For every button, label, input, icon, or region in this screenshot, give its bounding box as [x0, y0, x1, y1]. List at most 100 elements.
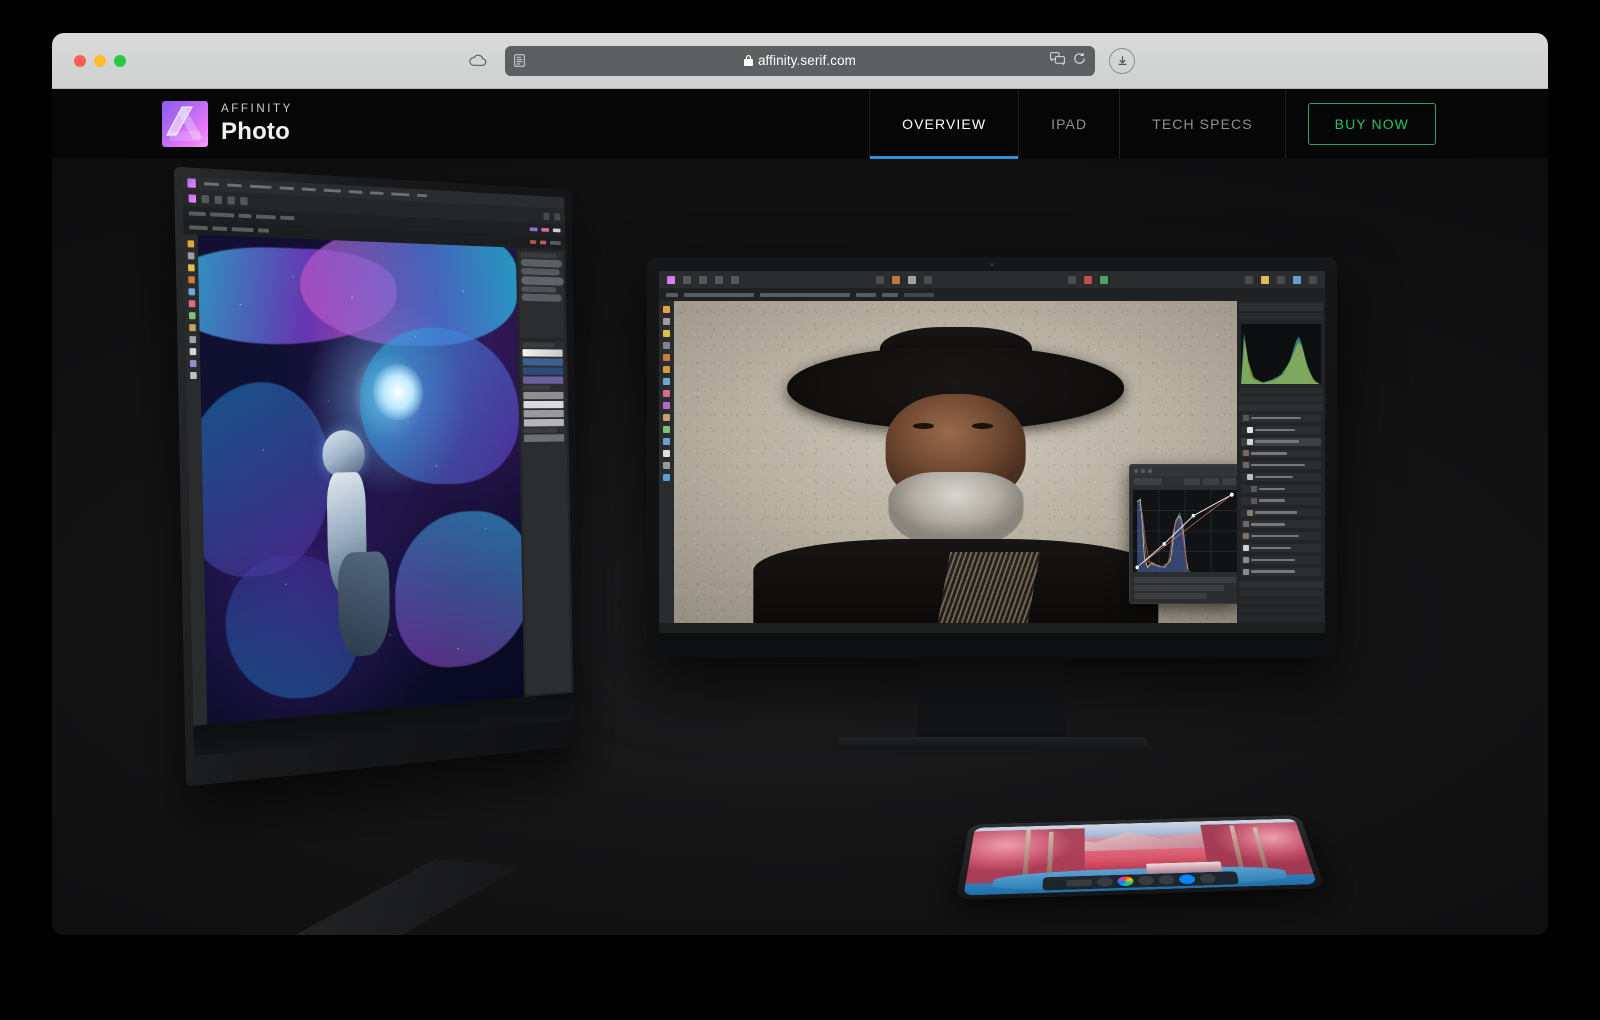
layer-row[interactable] — [1241, 425, 1321, 434]
persona-tone-icon[interactable] — [715, 275, 723, 284]
persona-photo-icon[interactable] — [188, 193, 197, 203]
histogram-graph — [1241, 323, 1321, 385]
clone-tool-icon[interactable] — [188, 276, 195, 284]
text-tool-icon[interactable] — [189, 348, 197, 356]
move-tool-icon[interactable] — [187, 240, 195, 248]
layer-row[interactable] — [1241, 484, 1321, 493]
imac-screen — [659, 271, 1325, 633]
curves-dialog-titlebar[interactable] — [1130, 465, 1237, 476]
brush-tool-icon[interactable] — [188, 264, 195, 272]
merge-button[interactable] — [1184, 478, 1200, 485]
color-swatch-icon[interactable] — [190, 372, 197, 380]
close-window-button[interactable] — [74, 54, 86, 67]
brand-logo[interactable]: AFFINITY Photo — [162, 101, 293, 147]
ipad-opacity-icon[interactable] — [1137, 875, 1155, 886]
app-icon — [187, 178, 196, 188]
fill-tool-icon[interactable] — [188, 312, 196, 320]
fill-tool-icon[interactable] — [663, 426, 670, 433]
layer-row[interactable] — [1241, 414, 1321, 422]
persona-photo-icon[interactable] — [667, 275, 675, 284]
ipad-device — [955, 815, 1326, 901]
nav-item-tech-specs[interactable]: TECH SPECS — [1119, 89, 1286, 159]
nav-item-overview[interactable]: OVERVIEW — [869, 89, 1019, 159]
translate-icon[interactable] — [1050, 51, 1065, 70]
persona-tone-icon[interactable] — [227, 195, 235, 205]
layer-row[interactable] — [1241, 473, 1321, 481]
right-app-tool-palette[interactable] — [659, 301, 674, 623]
delete-button[interactable] — [1203, 478, 1219, 485]
persona-liquify-icon[interactable] — [201, 194, 210, 203]
retouch-tool-icon[interactable] — [663, 366, 670, 373]
imac-right — [647, 257, 1337, 749]
layer-row[interactable] — [1241, 508, 1321, 517]
text-tool-icon[interactable] — [663, 450, 670, 457]
layer-row[interactable] — [1241, 520, 1321, 529]
persona-export-icon[interactable] — [731, 275, 739, 284]
clone-tool-icon[interactable] — [663, 354, 670, 361]
crop-tool-icon[interactable] — [663, 342, 670, 349]
layer-row[interactable] — [1241, 496, 1321, 505]
erase-tool-icon[interactable] — [663, 390, 670, 397]
paint-tool-icon[interactable] — [663, 402, 670, 409]
color-wheel-icon[interactable] — [1117, 876, 1134, 887]
ipad-brush-icon[interactable] — [1096, 876, 1113, 887]
reload-icon[interactable] — [1073, 52, 1086, 70]
shape-tool-icon[interactable] — [663, 438, 670, 445]
layer-row[interactable] — [1241, 567, 1321, 576]
selection-tool-icon[interactable] — [663, 318, 670, 325]
close-icon[interactable] — [1134, 468, 1138, 473]
webcam-icon — [990, 263, 994, 267]
layer-row[interactable] — [1241, 449, 1321, 458]
move-tool-icon[interactable] — [663, 306, 670, 313]
add-preset-button[interactable] — [1134, 478, 1162, 485]
layer-row[interactable] — [1241, 532, 1321, 541]
ipad-flow-icon[interactable] — [1157, 874, 1175, 885]
shape-tool-icon[interactable] — [189, 336, 197, 344]
address-bar[interactable]: affinity.serif.com — [505, 45, 1095, 76]
minimize-icon[interactable] — [1141, 468, 1145, 473]
minimize-window-button[interactable] — [94, 54, 106, 67]
nav-item-ipad[interactable]: IPAD — [1018, 89, 1119, 159]
ipad-selected-tool-icon[interactable] — [1178, 874, 1196, 885]
curves-dialog[interactable] — [1129, 464, 1237, 604]
reset-button[interactable] — [1222, 478, 1236, 485]
main-navigation: OVERVIEW IPAD TECH SPECS BUY NOW — [869, 89, 1436, 159]
layer-row[interactable] — [1241, 555, 1321, 564]
download-icon[interactable] — [1109, 47, 1135, 74]
layer-row[interactable] — [1241, 461, 1321, 470]
curves-graph[interactable] — [1133, 490, 1237, 572]
selection-tool-icon[interactable] — [187, 252, 195, 260]
layers-panel[interactable] — [520, 340, 571, 695]
ipad-adjustment-chip[interactable] — [1066, 879, 1092, 887]
dodge-tool-icon[interactable] — [663, 414, 670, 421]
lock-icon — [743, 55, 753, 66]
ipad-more-icon[interactable] — [1198, 873, 1216, 884]
layer-row[interactable] — [1241, 437, 1321, 446]
window-controls[interactable] — [74, 54, 126, 67]
layers-panel-header[interactable] — [1239, 404, 1323, 412]
gradient-tool-icon[interactable] — [188, 288, 196, 296]
gradient-tool-icon[interactable] — [663, 378, 670, 385]
brush-tool-icon[interactable] — [663, 330, 670, 337]
zoom-tool-icon[interactable] — [663, 462, 670, 469]
buy-now-button[interactable]: BUY NOW — [1307, 103, 1436, 145]
cloud-icon[interactable] — [465, 48, 491, 74]
dodge-tool-icon[interactable] — [189, 324, 196, 332]
erase-tool-icon[interactable] — [188, 300, 196, 308]
curves-dialog-footer[interactable] — [1130, 575, 1237, 603]
zoom-tool-icon[interactable] — [189, 360, 197, 368]
persona-develop-icon[interactable] — [214, 195, 223, 204]
persona-develop-icon[interactable] — [699, 275, 707, 284]
necklace — [937, 552, 1041, 623]
zoom-icon[interactable] — [1148, 468, 1152, 473]
layer-row[interactable] — [1241, 544, 1321, 552]
persona-liquify-icon[interactable] — [683, 275, 691, 284]
histogram-panel-header[interactable] — [1239, 303, 1323, 311]
zoom-window-button[interactable] — [114, 54, 126, 67]
color-swatch-icon[interactable] — [663, 474, 670, 481]
layers-panel-toolbar[interactable] — [1239, 580, 1323, 589]
panel-tabs[interactable] — [1239, 590, 1323, 598]
brushes-panel[interactable] — [518, 250, 565, 339]
left-monitor-artwork — [197, 234, 525, 726]
persona-export-icon[interactable] — [240, 196, 248, 205]
